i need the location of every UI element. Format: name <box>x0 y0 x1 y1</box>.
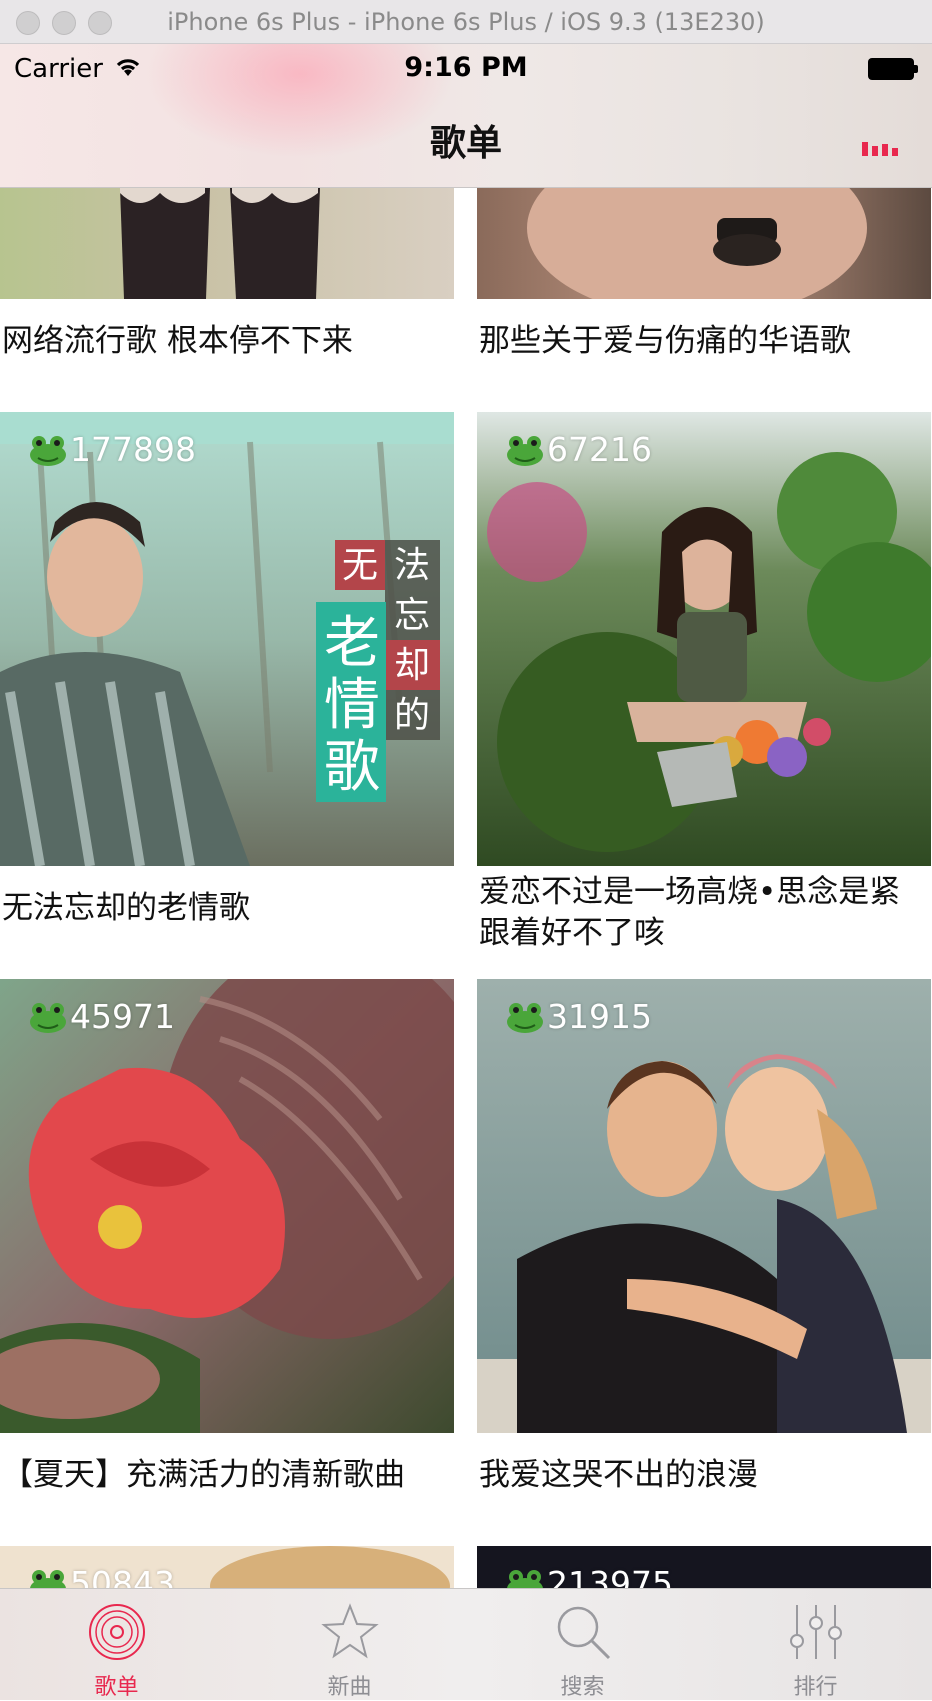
cover-text: 无 <box>342 545 378 586</box>
play-count-value: 31915 <box>547 997 652 1036</box>
simulator-title: iPhone 6s Plus - iPhone 6s Plus / iOS 9.… <box>167 8 765 36</box>
playlist-card[interactable]: 网络流行歌 根本停不下来 <box>0 188 454 398</box>
playlist-cover <box>477 188 931 299</box>
play-count-value: 45971 <box>70 997 175 1036</box>
playlist-cover <box>0 979 454 1433</box>
play-count-value: 177898 <box>70 430 196 469</box>
play-count-value: 213975 <box>547 1564 673 1588</box>
cover-text: 忘 <box>394 595 430 636</box>
play-count: 177898 <box>28 430 196 469</box>
playlist-cover <box>477 412 931 866</box>
playlist-card[interactable]: 213975 <box>477 1546 931 1588</box>
playlist-title: 我爱这哭不出的浪漫 <box>479 1457 758 1493</box>
simulator-title-bar: iPhone 6s Plus - iPhone 6s Plus / iOS 9.… <box>0 0 932 44</box>
frog-icon <box>30 1569 66 1588</box>
frog-icon <box>30 435 66 466</box>
play-count: 31915 <box>505 997 652 1036</box>
playlist-card[interactable]: 45971 【夏天】充满活力的清新歌曲 <box>0 979 454 1493</box>
frog-icon <box>30 1002 66 1033</box>
playlist-card[interactable]: 50843 <box>0 1546 454 1588</box>
play-count-value: 67216 <box>547 430 652 469</box>
cover-text: 却 <box>394 645 430 686</box>
playlist-card[interactable]: 31915 我爱这哭不出的浪漫 <box>477 979 931 1493</box>
navigation-header: Carrier 9:16 PM 歌单 <box>0 44 932 188</box>
tab-label: 排行 <box>793 1675 838 1700</box>
cover-text: 法 <box>394 545 430 586</box>
playlist-cover <box>477 979 931 1433</box>
playlist-card[interactable]: 无 法 忘 却 的 老 情 歌 177898 无法忘却的老情歌 <box>0 412 454 926</box>
tab-label: 搜索 <box>560 1675 605 1700</box>
play-count: 45971 <box>28 997 175 1036</box>
cover-text: 情 <box>324 673 380 738</box>
cover-text: 歌 <box>324 735 380 800</box>
playlist-title: 爱恋不过是一场高烧•思念是紧跟着好不了咳 <box>479 874 901 951</box>
playlist-cover <box>0 188 454 299</box>
page-title: 歌单 <box>429 123 502 164</box>
frog-icon <box>507 435 543 466</box>
tab-label: 新曲 <box>327 1675 372 1700</box>
playlist-cover: 无 法 忘 却 的 老 情 歌 <box>0 412 454 866</box>
play-count: 67216 <box>505 430 652 469</box>
disc-icon <box>88 1604 145 1660</box>
playing-bars-icon[interactable] <box>862 136 900 156</box>
battery-icon <box>868 58 918 80</box>
sliders-icon <box>789 1605 842 1659</box>
playlist-title: 那些关于爱与伤痛的华语歌 <box>479 323 851 359</box>
cover-text: 的 <box>394 695 430 736</box>
play-count-value: 50843 <box>70 1564 175 1588</box>
tab-playlists[interactable]: 歌单 <box>0 1589 233 1701</box>
playlist-card[interactable]: 那些关于爱与伤痛的华语歌 <box>477 188 931 398</box>
tab-new-songs[interactable]: 新曲 <box>233 1589 466 1701</box>
star-icon <box>320 1603 379 1659</box>
search-icon <box>557 1606 610 1660</box>
tab-bar: 歌单 新曲 搜索 排行 <box>0 1588 932 1700</box>
playlist-card[interactable]: 67216 爱恋不过是一场高烧•思念是紧跟着好不了咳 <box>477 412 931 951</box>
playlist-title: 网络流行歌 根本停不下来 <box>2 323 353 359</box>
tab-search[interactable]: 搜索 <box>466 1589 699 1701</box>
tab-label: 歌单 <box>94 1675 139 1700</box>
status-time: 9:16 PM <box>404 52 528 83</box>
cover-text: 老 <box>324 611 380 676</box>
playlist-title: 【夏天】充满活力的清新歌曲 <box>2 1457 405 1493</box>
frog-icon <box>507 1002 543 1033</box>
play-count: 50843 <box>28 1564 175 1588</box>
play-count: 213975 <box>505 1564 673 1588</box>
playlist-grid[interactable]: 网络流行歌 根本停不下来 那些关于爱与伤痛的华语歌 无 法 忘 却 的 老 情 … <box>0 188 932 1588</box>
playlist-title: 无法忘却的老情歌 <box>2 890 250 926</box>
tab-ranking[interactable]: 排行 <box>699 1589 932 1701</box>
frog-icon <box>507 1569 543 1588</box>
